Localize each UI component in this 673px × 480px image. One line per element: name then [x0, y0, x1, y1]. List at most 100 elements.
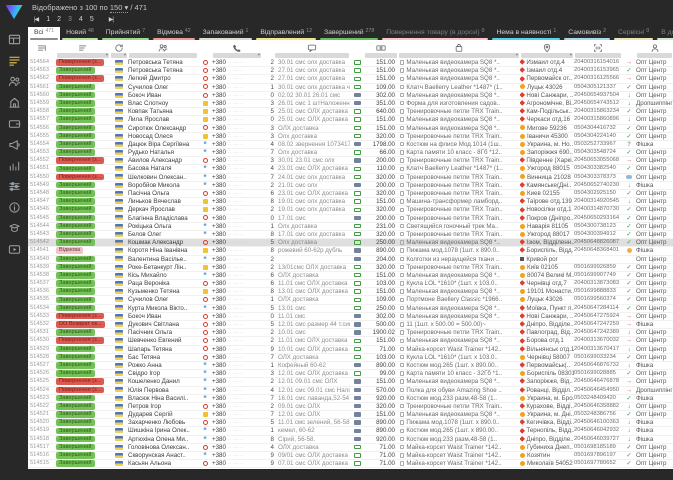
order-row[interactable]: 514534 Завершений Курта Микола Вікто.. * +38…: [28, 304, 673, 313]
order-row[interactable]: 514521 Завершений Дударев Сергій +380 ·· ··…: [28, 411, 673, 420]
order-row[interactable]: 514558 Завершений Ковпак Татьяна +380 ·· ··…: [28, 108, 673, 117]
sidebar-item-dashboard[interactable]: [3, 31, 25, 52]
page-5[interactable]: 5: [90, 16, 94, 23]
sidebar-item-stats[interactable]: [3, 157, 25, 178]
order-row[interactable]: 514528 Завершений Бас Тетяна +380 ·· ··· ··…: [28, 353, 673, 362]
sidebar-item-finance[interactable]: [3, 115, 25, 136]
status-tab-0[interactable]: Всі 471: [28, 27, 61, 40]
order-row[interactable]: 514551 Завершений Басова Наталя * +380 ·· ··…: [28, 165, 673, 174]
order-row[interactable]: 514553 Завершений Рудько Наталья * +380 ·· ·…: [28, 149, 673, 158]
filter-input[interactable]: ▾: [213, 53, 261, 58]
order-row[interactable]: 514536 Завершений Кузьменко Тетяна +380 ·· …: [28, 288, 673, 297]
order-row[interactable]: 514559 Завершений Влас Слотноу +380 ·· ··· …: [28, 99, 673, 109]
order-row[interactable]: 514564 Повернення (з... Петровська Тетяна +…: [28, 59, 673, 68]
sidebar-item-marketing[interactable]: [3, 136, 25, 157]
filter-input[interactable]: [575, 53, 621, 58]
order-row[interactable]: 514550 Повернення (з... Шелковин Олексан..…: [28, 173, 673, 182]
order-row[interactable]: 514533 Повернення (з... Бокоч Иван +380 ·· …: [28, 312, 673, 321]
sidebar-item-video[interactable]: [3, 241, 25, 262]
sidebar-item-company[interactable]: [3, 94, 25, 115]
order-row[interactable]: 514541 Відмова Коротя Ніна Іванівна +380 ··…: [28, 247, 673, 256]
order-row[interactable]: 514523 Завершений Власюк Ніна Василі.. * +38…: [28, 394, 673, 403]
order-row[interactable]: 514531 Завершений Пасічник Ольга +380 ·· ··…: [28, 329, 673, 338]
filter-input[interactable]: [637, 53, 672, 58]
order-row[interactable]: 514538 Завершений Кісь Михайло * +380 ·· ···…: [28, 271, 673, 281]
filter-input[interactable]: ▾: [399, 53, 519, 58]
order-row[interactable]: 514543 Завершений Белов Олег * +380 ·· ··· ·…: [28, 230, 673, 240]
customer-phone: +380 ·· ··· ··: [212, 370, 262, 377]
filter-input[interactable]: [129, 53, 197, 58]
page-2[interactable]: 2: [57, 16, 61, 23]
page-3[interactable]: 3: [68, 16, 72, 23]
order-row[interactable]: 514549 Завершений Воробйов Микола * +380 ·· …: [28, 181, 673, 190]
order-row[interactable]: 514539 Завершений Роке-Бетанкурт Лін.. +380…: [28, 263, 673, 272]
order-row[interactable]: 514556 Завершений Сиротюк Олександр +380 ··…: [28, 124, 673, 133]
order-row[interactable]: 514529 Завершений Шапарь Тетяна +380 ·· ···…: [28, 345, 673, 354]
order-row[interactable]: 514525 Повернення (з... Кошеленко Данил * +3…: [28, 378, 673, 387]
order-row[interactable]: 514530 Повернення (з... Шевченко Евгений +3…: [28, 337, 673, 346]
order-row[interactable]: 514526 Завершений Свідро Ігор * +380 ·· ··· …: [28, 370, 673, 379]
app-logo-icon[interactable]: [5, 5, 23, 19]
page-size-dropdown[interactable]: 150 ▾: [109, 3, 129, 13]
status-tab-3[interactable]: Відмова 42: [151, 27, 197, 40]
status-tab-2[interactable]: Прийнятий 7: [100, 27, 151, 40]
order-row[interactable]: 514517 Завершений Головінова Олексан.. +380…: [28, 443, 673, 452]
filter-input[interactable]: ▾: [521, 53, 573, 58]
first-page-button[interactable]: |◀: [34, 16, 39, 23]
order-row[interactable]: 514554 Завершений Дацюк Віра Сергіївна * +38…: [28, 140, 673, 150]
product-icon: [400, 322, 405, 327]
status-tab-1[interactable]: Новий 48: [60, 27, 100, 40]
sidebar-item-clients[interactable]: [3, 73, 25, 94]
phone-last-digit: 5: [270, 304, 274, 312]
sidebar-item-orders[interactable]: [3, 52, 25, 73]
order-row[interactable]: 514532 DO Возврат ок... Дукович Світлана +3…: [28, 321, 673, 330]
order-row[interactable]: 514535 Завершений Сучилов Олег +380 ·· ··· …: [28, 296, 673, 305]
order-row[interactable]: 514544 Завершений Рокіцька Ольга * +380 ·· ·…: [28, 222, 673, 231]
status-tab-6[interactable]: Завершений 278: [318, 27, 380, 40]
delivery-status-cell: ✓: [622, 452, 636, 459]
tab-count: 48: [88, 28, 94, 34]
order-row[interactable]: 514524 Повернення (з... Юлія Первова * +380 …: [28, 386, 673, 395]
order-row[interactable]: 514537 Завершений Раца Вероніка +380 ·· ···…: [28, 280, 673, 289]
filter-input[interactable]: ▾: [111, 53, 127, 58]
order-row[interactable]: 514546 Завершений Деркач Ярослав +380 ·· ··…: [28, 206, 673, 215]
status-tab-4[interactable]: Запакований 1: [197, 27, 255, 40]
last-page-button[interactable]: ▶|: [109, 16, 114, 23]
order-row[interactable]: 514555 Завершений Новосад Олеся +380 ·· ···…: [28, 132, 673, 141]
order-row[interactable]: 514516 Завершений Скворунская Анаст.. * +380…: [28, 452, 673, 461]
status-tab-7[interactable]: Повернення товару (в дорозі) 0: [380, 27, 490, 40]
status-tab-5[interactable]: Відправлений 12: [254, 27, 318, 40]
status-tab-11[interactable]: В дорозі додому0: [655, 27, 673, 40]
sidebar-item-info[interactable]: [3, 199, 25, 220]
filter-input[interactable]: [365, 53, 397, 58]
order-row[interactable]: 514520 Завершений Захарченко Любовь +380 ··…: [28, 419, 673, 428]
order-row[interactable]: 514563 Завершений Петровська Тетяна +380 ··…: [28, 67, 673, 76]
customer-phone: +380 ·· ··· ··: [212, 182, 262, 189]
page-4[interactable]: 4: [79, 16, 83, 23]
status-lines-icon[interactable]: [28, 40, 56, 58]
order-row[interactable]: 514540 Завершений Валентина Васілье.. * +380…: [28, 255, 673, 264]
status-tab-8[interactable]: Нема в наявності 1: [490, 27, 562, 40]
cash-icon: [353, 174, 361, 180]
order-row[interactable]: 514527 Завершений Рожко Анна * +380 ·· ··· ·…: [28, 361, 673, 371]
order-row[interactable]: 514562 Повернення (з... Легкий Дмитро +380 …: [28, 75, 673, 84]
order-row[interactable]: 514542 Завершений Кошмак Александр +380 ·· …: [28, 239, 673, 248]
status-tab-10[interactable]: Сервісні 0: [612, 27, 655, 40]
page-1[interactable]: 1: [46, 16, 50, 23]
order-row[interactable]: 514560 Завершений Бокоч Иван +380 ·· ··· ··…: [28, 91, 673, 100]
order-row[interactable]: 514548 Завершений Пасічна Ольга +380 ·· ···…: [28, 190, 673, 199]
status-tab-9[interactable]: Самовивіз 2: [562, 27, 612, 40]
filter-input[interactable]: ▾: [57, 53, 109, 58]
order-row[interactable]: 514552 Повернення (з... Авилов Александр +3…: [28, 157, 673, 166]
order-row[interactable]: 514518 Завершений Артюхіна Олена Ми.. * +380…: [28, 435, 673, 444]
order-row[interactable]: 514519 Завершений Шишкіна Ірина Олек.. * +38…: [28, 427, 673, 436]
sidebar-item-settings[interactable]: [3, 178, 25, 199]
order-row[interactable]: 514522 Завершений Петров Ігор +380 ·· ··· ·…: [28, 402, 673, 412]
filter-input[interactable]: [275, 53, 349, 58]
order-row[interactable]: 514557 Завершений Лила Ярослав +380 ·· ··· …: [28, 116, 673, 125]
order-row[interactable]: 514547 Завершений Линьков Вячеслав +380 ·· …: [28, 198, 673, 207]
order-row[interactable]: 514545 Завершений Благінна Владіслава +380 …: [28, 214, 673, 223]
order-row[interactable]: 514561 Завершений Сучилов Олег +380 ·· ··· …: [28, 83, 673, 92]
sidebar-item-education[interactable]: [3, 220, 25, 241]
order-row[interactable]: 514515 Завершений Касьян Альона +380 ·· ···…: [28, 460, 673, 469]
